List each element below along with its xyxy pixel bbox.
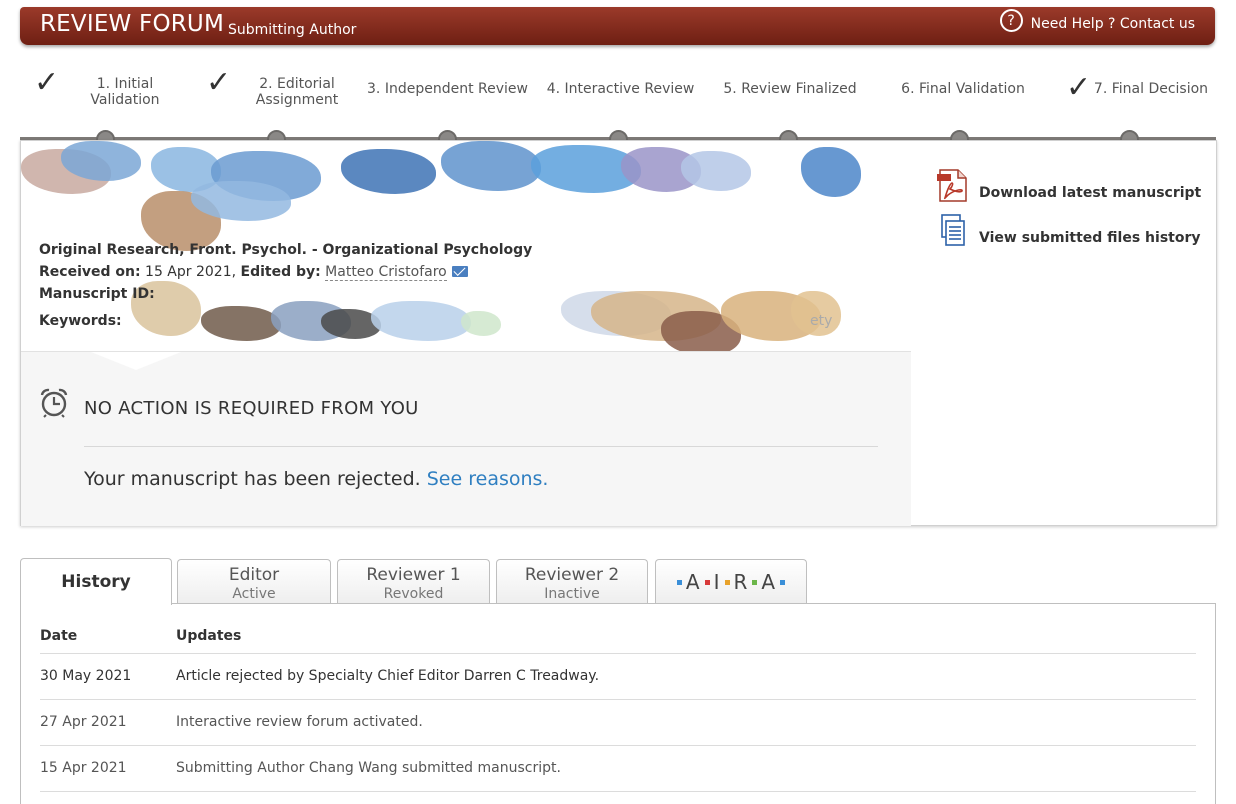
see-reasons-link[interactable]: See reasons. [427,468,549,490]
checkmark-icon: ✓ [1066,70,1092,105]
download-manuscript-link[interactable]: Download latest manuscript [936,169,1201,202]
alarm-clock-icon [40,388,68,418]
tab-reviewer-2[interactable]: Reviewer 2 Inactive [496,559,648,604]
divider [84,446,878,447]
keywords-row: Keywords: ety [39,313,833,329]
progress-steps: ✓ 1. Initial Validation ✓ 2. Editorial Ass… [20,60,1216,150]
tab-editor[interactable]: Editor Active [177,559,331,604]
step-5: 5. Review Finalized [723,81,857,97]
review-forum-header: REVIEW FORUM Submitting Author ? Need He… [20,7,1215,45]
tab-reviewer-1[interactable]: Reviewer 1 Revoked [337,559,490,604]
step-2: 2. Editorial Assignment [255,76,339,108]
tab-history[interactable]: History [20,558,172,605]
step-7: 7. Final Decision [1093,81,1209,97]
checkmark-icon: ✓ [206,65,232,100]
manuscript-info: Original Research, Front. Psychol. - Org… [39,239,833,332]
received-date: 15 Apr 2021, [145,264,237,280]
action-title: NO ACTION IS REQUIRED FROM YOU [84,398,419,419]
col-updates: Updates [176,628,242,644]
action-message: Your manuscript has been rejected. See r… [84,468,549,490]
article-type: Original Research, Front. Psychol. - Org… [39,242,533,258]
history-row-date: 27 Apr 2021 [40,714,127,730]
editor-link[interactable]: Matteo Cristofaro [325,264,447,281]
help-contact-link[interactable]: ? Need Help ? Contact us [999,9,1195,32]
step-3: 3. Independent Review [367,81,528,97]
history-row-date: 15 Apr 2021 [40,760,127,776]
manuscript-id-row: Manuscript ID: [39,286,155,302]
history-row-text: Interactive review forum activated. [176,714,423,730]
help-label: Need Help ? Contact us [1030,15,1195,32]
step-1: 1. Initial Validation [90,76,160,108]
aira-logo: A I R A [656,570,806,594]
role-subtitle: Submitting Author [228,22,357,38]
page-title: REVIEW FORUM [40,11,225,37]
mail-icon[interactable] [451,266,468,277]
files-history-icon [941,214,965,246]
side-links: Download latest manuscript View submitte… [936,169,1201,259]
history-table-header: Date Updates [40,628,241,644]
help-icon: ? [999,9,1023,32]
step-4: 4. Interactive Review [546,81,695,97]
history-row-text: Article rejected by Specialty Chief Edit… [176,668,600,684]
tab-aira[interactable]: A I R A [655,559,807,604]
files-history-link[interactable]: View submitted files history [936,214,1201,247]
history-row-date: 30 May 2021 [40,668,132,684]
manuscript-panel: Original Research, Front. Psychol. - Org… [20,140,1217,526]
received-row: Received on: 15 Apr 2021, Edited by: Mat… [39,261,532,283]
checkmark-icon: ✓ [34,65,60,100]
pdf-icon [937,169,967,202]
col-date: Date [40,628,78,644]
step-6: 6. Final Validation [901,81,1025,97]
action-status-box: NO ACTION IS REQUIRED FROM YOU Your manu… [21,351,911,526]
history-panel: Date Updates 30 May 2021 Article rejecte… [20,603,1216,804]
history-row-text: Submitting Author Chang Wang submitted m… [176,760,561,776]
review-tabs: History Editor Active Reviewer 1 Revoked… [20,558,1216,605]
